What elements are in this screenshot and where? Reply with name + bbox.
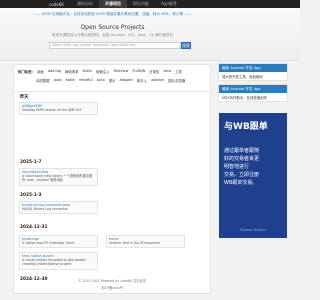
tag-link[interactable]: adapter xyxy=(151,78,164,82)
project-description: A mostly-empty template to get started c… xyxy=(22,258,86,266)
ad-brand-name: WB跟单 xyxy=(233,122,268,132)
tag-link[interactable]: Adapter xyxy=(119,78,132,82)
nav-link-jobs[interactable]: 职位内推 xyxy=(127,0,155,8)
project-card[interactable]: heron Another bird in the ATmosphere xyxy=(106,235,185,248)
tag-link[interactable]: view xyxy=(163,69,171,73)
project-description: MySQL Binary Log connector xyxy=(22,207,68,211)
hot-tags-row-2: 动态数据 tools kotlin retrofit2 Auto 提示 Adap… xyxy=(36,77,189,83)
ad-line: 好的交易者来更 xyxy=(224,156,260,162)
footer-beian[interactable]: 京ICP备xxxx号 xyxy=(13,285,211,290)
project-card[interactable]: mysql-binlog-connector-java MySQL Binary… xyxy=(19,201,98,214)
date-heading: 2025-1-3 xyxy=(20,193,42,198)
hot-tags-row-1: 热门标签: 动画 Add tag 网络请求 Kotlin 依赖注入 TextVi… xyxy=(18,68,186,74)
tag-link[interactable]: tools xyxy=(54,78,62,82)
search-input[interactable]: Search title, tag, author, keywords, des… xyxy=(49,42,181,49)
tag-link[interactable]: Kotlin xyxy=(82,69,92,73)
tag-link[interactable]: kotlin xyxy=(66,78,75,82)
project-list-panel: 热门标签: 动画 Add tag 网络请求 Kotlin 依赖注入 TextVi… xyxy=(13,64,211,294)
hero-notice[interactable]: —— JSON 在线格式化、支持自动校验 JSON 错误并展示具体位置、压缩、转… xyxy=(10,12,215,17)
search-button[interactable]: 搜索 xyxy=(181,42,191,49)
date-heading: 2025-1-7 xyxy=(20,160,42,165)
hero-banner: —— JSON 在线格式化、支持自动校验 JSON 错误并展示具体位置、压缩、转… xyxy=(0,8,300,61)
top-nav: codeKK 源码分析 开源项目 职位内推 App推荐 xyxy=(0,0,300,8)
hero-subtitle: 收录开源项目以方便大家查找，包括 Android、iOS、Java、Go 等开源… xyxy=(51,33,174,37)
sidebar-link[interactable]: MDS写作助手，在线快速创作 xyxy=(219,93,287,101)
project-card[interactable]: ADBgoKMM Desktop KMM version of the ADB … xyxy=(19,102,98,115)
tag-link[interactable]: 日常性 xyxy=(149,69,159,74)
sidebar-link[interactable]: 强大的开发工具、免费使用 xyxy=(219,72,287,80)
footer-copyright: © 2015-2025 Powered by codeKK 意见反馈 xyxy=(78,279,146,283)
ad-brand-prefix: 与 xyxy=(224,122,234,132)
project-card[interactable]: kmp-native-wizard A mostly-empty templat… xyxy=(19,252,98,270)
project-description: a voice wave view library 一个语音波形展示图的 vie… xyxy=(22,174,93,182)
tag-link[interactable]: 动态数据 xyxy=(36,78,50,83)
divider xyxy=(14,91,210,92)
tag-link[interactable]: Auto xyxy=(97,78,105,82)
tag-link[interactable]: Add tag xyxy=(48,69,61,73)
tag-link[interactable]: FLAMIN xyxy=(132,69,145,73)
ad-line: 通过跟单者跟随 xyxy=(224,148,260,154)
tag-link[interactable]: 新手入 xyxy=(137,78,147,83)
sidebar-box-header: 最新 Android 开发 App xyxy=(219,85,287,93)
tag-link[interactable]: 图片浏览器 xyxy=(168,78,185,83)
sidebar-app-box: 最新 Android 开发 App 强大的开发工具、免费使用 xyxy=(218,63,288,81)
nav-link-open-source[interactable]: 开源项目 xyxy=(99,0,127,8)
hero-title: Open Source Projects xyxy=(80,24,145,31)
ad-brand: 与WB跟单 xyxy=(224,119,268,132)
hot-tags-label: 热门标签: xyxy=(18,69,33,74)
project-card[interactable]: VoiceWaveView a voice wave view library … xyxy=(19,168,98,186)
nav-link-apps[interactable]: App推荐 xyxy=(155,0,183,8)
tag-link[interactable]: TextView xyxy=(114,69,129,73)
ad-footer: Windsor Brokers xyxy=(240,228,266,232)
advertisement[interactable]: 与WB跟单 通过跟单者跟随 好的交易者来更 明智地进行 交易。立即注册 WB跟单… xyxy=(219,113,287,238)
project-description: Another bird in the ATmosphere xyxy=(109,241,160,245)
ad-line: 交易。立即注册 xyxy=(224,172,260,178)
site-logo[interactable]: codeKK xyxy=(49,2,71,7)
ad-body: 通过跟单者跟随 好的交易者来更 明智地进行 交易。立即注册 WB跟单交易。 xyxy=(224,147,282,187)
tag-link[interactable]: retrofit2 xyxy=(79,78,93,82)
tag-link[interactable]: 依赖注入 xyxy=(96,69,110,74)
tag-link[interactable]: 网络请求 xyxy=(65,69,79,74)
date-heading: 昨天 xyxy=(20,95,29,100)
tag-link[interactable]: 提示 xyxy=(109,78,116,83)
project-description: A Native Java EE Icebridge Client xyxy=(22,241,75,245)
sidebar-box-header: 最新 Android 开发 App xyxy=(219,64,287,72)
tag-link[interactable]: 工具 xyxy=(175,69,182,74)
tag-link[interactable]: 动画 xyxy=(37,69,44,74)
nav-link-source-analysis[interactable]: 源码分析 xyxy=(71,0,99,8)
project-card[interactable]: jmsbridge A Native Java EE Icebridge Cli… xyxy=(19,235,98,248)
sidebar-news-box: 最新 Android 开发 App MDS写作助手，在线快速创作 xyxy=(218,84,288,102)
date-heading: 2024-12-31 xyxy=(20,225,48,230)
ad-line: 明智地进行 xyxy=(224,164,250,170)
ad-line: WB跟单交易。 xyxy=(224,180,258,186)
project-description: Desktop KMM version of the ADB GUI xyxy=(22,108,82,112)
